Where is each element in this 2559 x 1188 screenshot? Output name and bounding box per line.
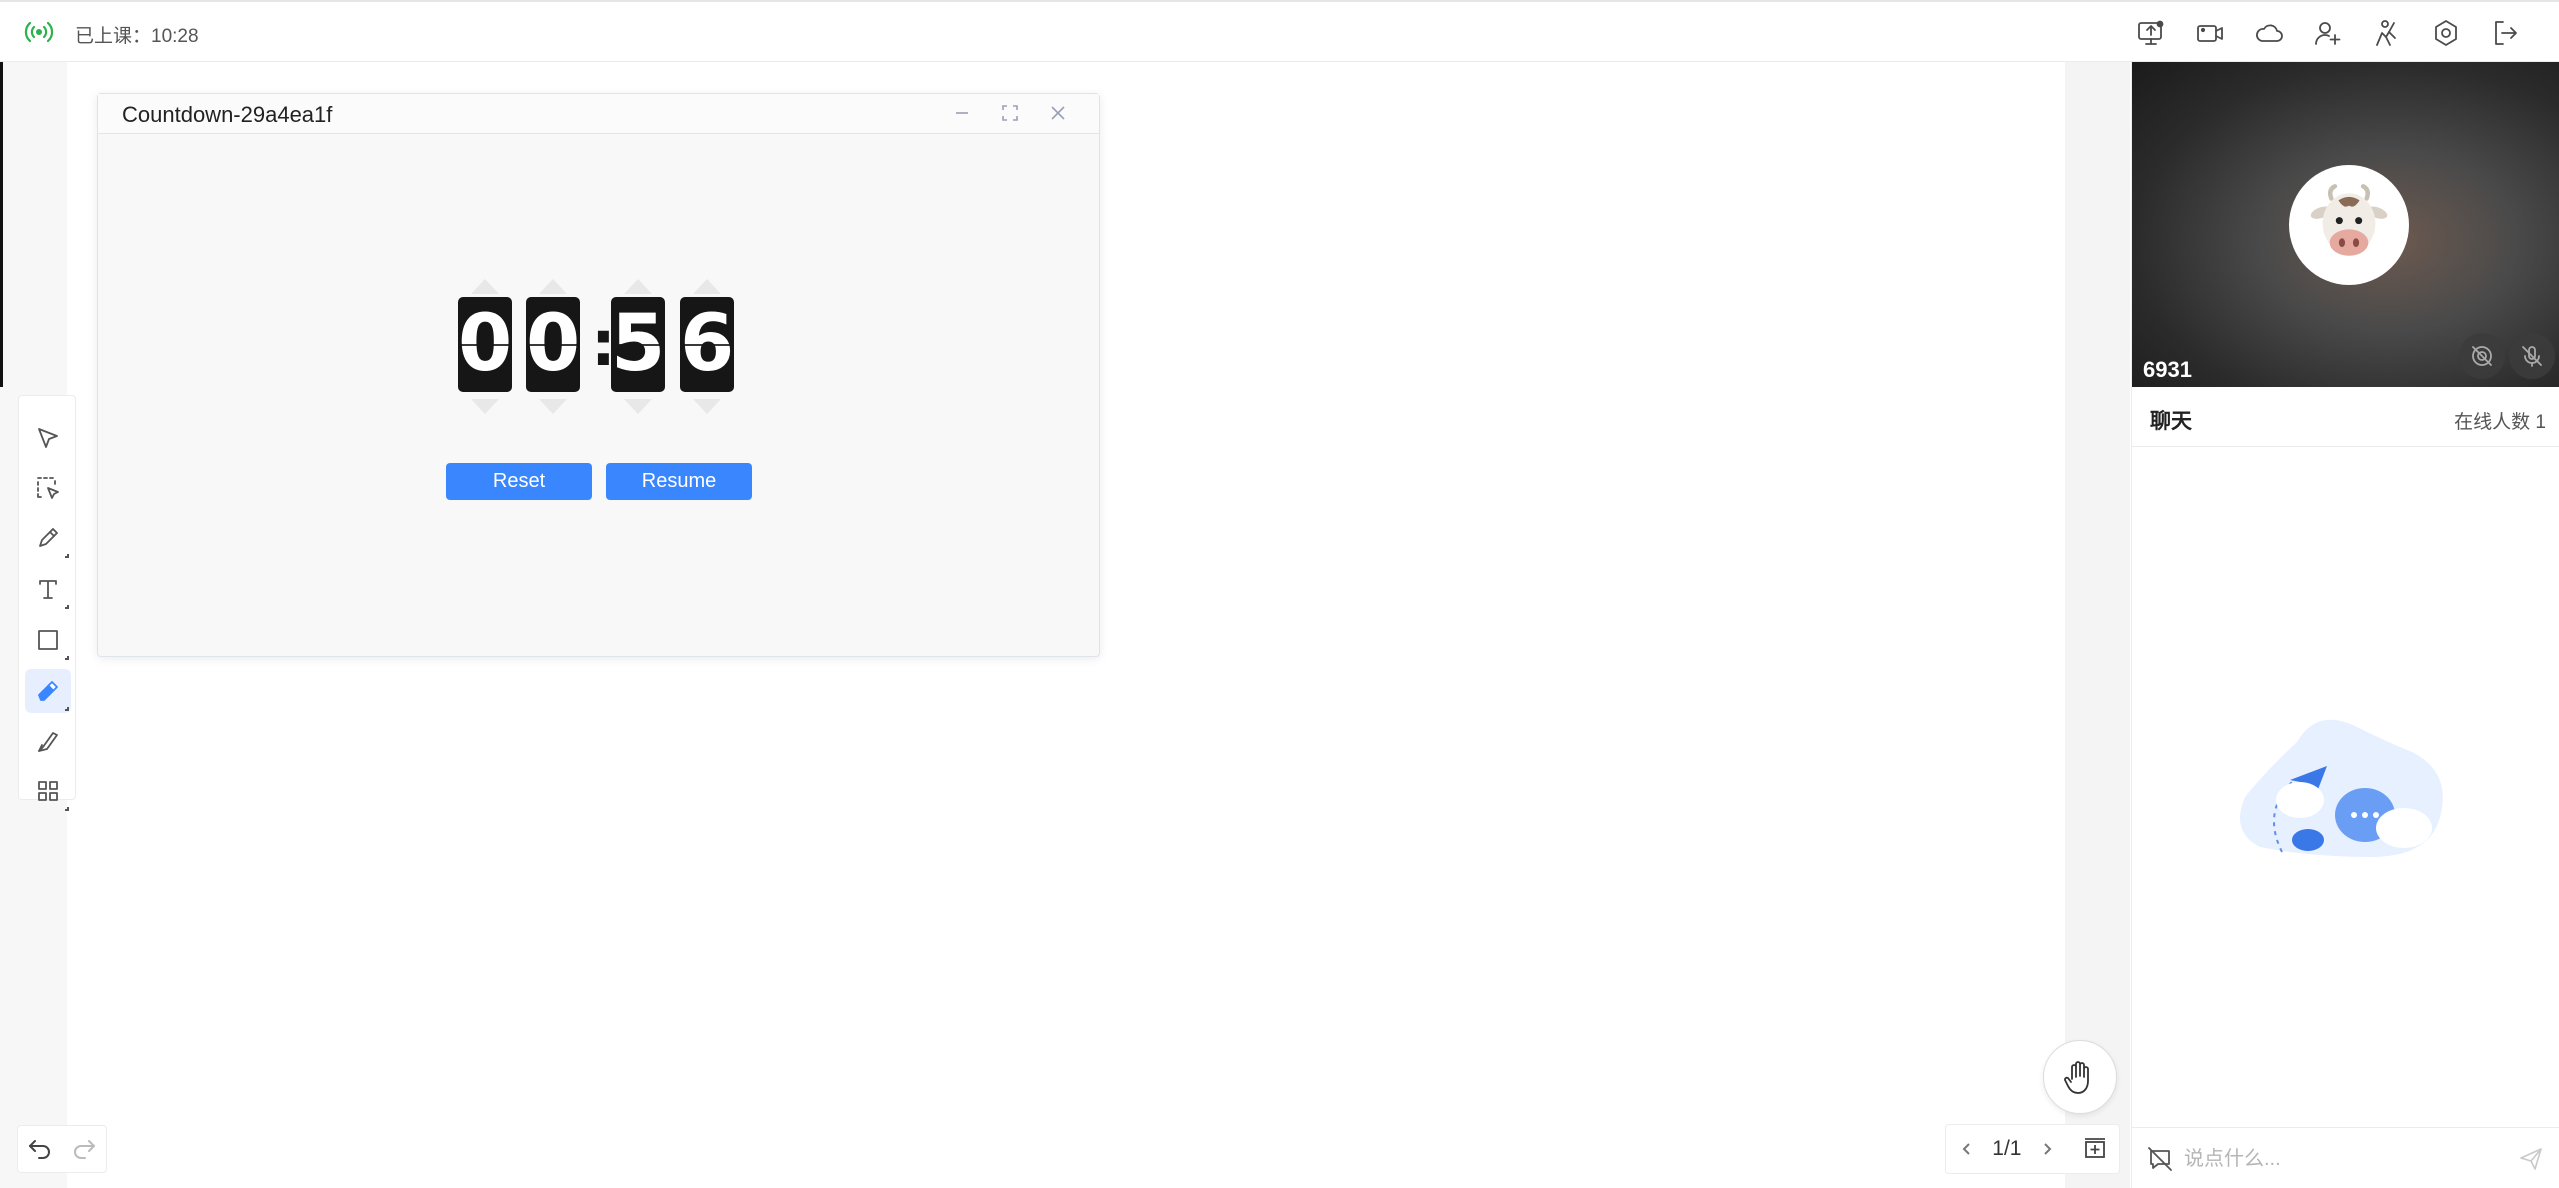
next-page-icon[interactable] (2036, 1138, 2057, 1160)
camera-icon[interactable] (2192, 16, 2228, 50)
window-controls (949, 100, 1071, 126)
chat-title: 聊天 (2150, 410, 2192, 433)
digit-value: 6 (680, 297, 734, 392)
increment-arrow[interactable] (471, 279, 499, 294)
avatar (2289, 165, 2409, 285)
decrement-arrow[interactable] (471, 399, 499, 414)
class-time-status: 已上课：10:28 (75, 26, 199, 47)
digit-minutes-tens: 0 (458, 279, 512, 414)
digit-seconds-ones: 6 (680, 279, 734, 414)
increment-arrow[interactable] (624, 279, 652, 294)
close-icon[interactable] (1045, 100, 1071, 126)
text-icon[interactable] (25, 567, 71, 611)
minimize-icon[interactable] (949, 100, 975, 126)
cow-avatar-icon (2310, 184, 2388, 256)
whiteboard-gutter (2065, 62, 2130, 1188)
digit-seconds-tens: 5 (611, 279, 665, 414)
countdown-window[interactable]: Countdown-29a4ea1f 0 0 : 5 6 Reset Resum… (97, 93, 1100, 657)
top-bar: 已上课：10:28 (0, 0, 2559, 62)
mic-off-icon[interactable] (2509, 333, 2555, 379)
area-select-icon[interactable] (25, 466, 71, 510)
send-icon[interactable] (2518, 1146, 2546, 1174)
laser-pointer-icon[interactable] (25, 720, 71, 764)
left-edge-bar (0, 62, 3, 387)
signal-icon (24, 19, 54, 45)
history-controls (17, 1125, 107, 1173)
submenu-indicator (65, 554, 69, 558)
chat-header: 聊天 在线人数 1 (2132, 387, 2559, 447)
page-navigator: 1/1 (1945, 1124, 2120, 1174)
hands-up-icon[interactable] (2369, 16, 2405, 50)
resume-button[interactable]: Resume (606, 463, 752, 500)
submenu-indicator (65, 656, 69, 660)
video-tile[interactable]: 6931 (2132, 62, 2559, 387)
settings-icon[interactable] (2428, 16, 2464, 50)
digit-minutes-ones: 0 (526, 279, 580, 414)
redo-icon[interactable] (70, 1133, 98, 1166)
submenu-indicator (65, 605, 69, 609)
decrement-arrow[interactable] (624, 399, 652, 414)
rectangle-icon[interactable] (25, 618, 71, 662)
top-toolbar (2133, 16, 2523, 50)
hand-icon (2064, 1061, 2089, 1094)
pencil-icon[interactable] (25, 516, 71, 560)
eraser-icon[interactable] (25, 669, 71, 713)
screen-share-icon[interactable] (2133, 16, 2169, 50)
select-icon[interactable] (25, 416, 71, 460)
submenu-indicator (65, 707, 69, 711)
digit-value: 0 (458, 297, 512, 392)
digit-value: 5 (611, 297, 665, 392)
increment-arrow[interactable] (539, 279, 567, 294)
chat-empty-illustration (2222, 702, 2482, 892)
tool-palette (18, 395, 76, 811)
decrement-arrow[interactable] (539, 399, 567, 414)
prev-page-icon[interactable] (1956, 1138, 1977, 1160)
video-user-id: 6931 (2143, 357, 2192, 382)
online-count: 在线人数 1 (2454, 412, 2546, 433)
add-user-icon[interactable] (2310, 16, 2346, 50)
fullscreen-icon[interactable] (997, 100, 1023, 126)
chat-input[interactable] (2184, 1140, 2504, 1178)
chat-mute-icon[interactable] (2146, 1145, 2174, 1173)
apps-grid-icon[interactable] (25, 769, 71, 813)
raise-hand-button[interactable] (2043, 1040, 2117, 1114)
right-panel: 6931 聊天 在线人数 1 (2131, 62, 2559, 1188)
cloud-icon[interactable] (2251, 16, 2287, 50)
countdown-display: 0 0 : 5 6 (458, 279, 748, 414)
chat-input-bar (2132, 1127, 2559, 1188)
countdown-title: Countdown-29a4ea1f (122, 102, 333, 127)
reset-button[interactable]: Reset (446, 463, 592, 500)
add-page-icon[interactable] (2082, 1135, 2109, 1163)
camera-off-icon[interactable] (2459, 333, 2505, 379)
decrement-arrow[interactable] (693, 399, 721, 414)
submenu-indicator (65, 807, 69, 811)
increment-arrow[interactable] (693, 279, 721, 294)
exit-icon[interactable] (2487, 16, 2523, 50)
digit-value: 0 (526, 297, 580, 392)
countdown-titlebar[interactable]: Countdown-29a4ea1f (98, 94, 1099, 134)
page-number: 1/1 (1992, 1137, 2022, 1160)
undo-icon[interactable] (26, 1133, 54, 1166)
